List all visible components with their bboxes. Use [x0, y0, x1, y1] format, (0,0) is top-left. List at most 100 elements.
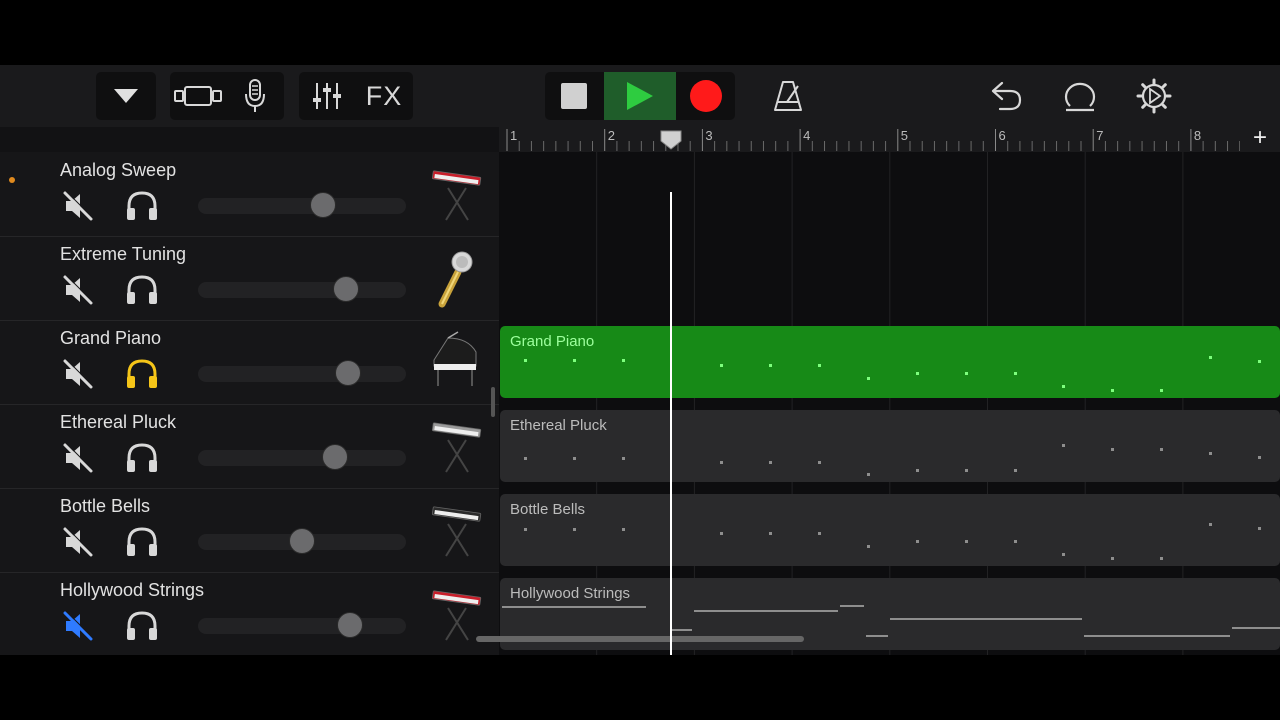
record-icon [690, 80, 722, 112]
tracks-area[interactable]: Grand Piano Ethereal Pluck Bottle Bells Hol… [499, 152, 1280, 655]
view-toggle-group [170, 72, 284, 120]
midi-note [524, 457, 527, 460]
region-name: Grand Piano [510, 333, 595, 350]
volume-slider[interactable] [198, 528, 406, 554]
track-header[interactable]: Extreme Tuning [0, 236, 499, 321]
horizontal-scrollbar[interactable] [476, 636, 804, 642]
add-section-button[interactable]: + [1240, 124, 1280, 152]
region[interactable]: Bottle Bells [500, 494, 1280, 566]
volume-knob[interactable] [289, 528, 315, 554]
midi-note [672, 629, 692, 631]
undo-icon [991, 81, 1022, 111]
track-header[interactable]: Ethereal Pluck [0, 404, 499, 489]
bar-number: 4 [803, 128, 811, 143]
volume-knob[interactable] [333, 276, 359, 302]
volume-slider[interactable] [198, 276, 406, 302]
track-header[interactable]: Bottle Bells [0, 488, 499, 573]
microphone-button[interactable] [226, 72, 284, 120]
region[interactable]: Ethereal Pluck [500, 410, 1280, 482]
speaker-muted-icon [62, 443, 94, 478]
region-name: Ethereal Pluck [510, 417, 607, 434]
toolbar: FX [0, 65, 1280, 127]
solo-button[interactable] [124, 274, 160, 306]
mute-button[interactable] [62, 274, 94, 306]
volume-knob[interactable] [337, 612, 363, 638]
midi-note [622, 359, 625, 362]
midi-note [890, 618, 1082, 620]
mute-button[interactable] [62, 190, 94, 222]
tracks-view-button[interactable] [170, 72, 226, 120]
midi-note [818, 532, 821, 535]
settings-icon [1136, 78, 1172, 114]
volume-slider[interactable] [198, 444, 406, 470]
instrument-button[interactable] [428, 162, 484, 226]
solo-button[interactable] [124, 610, 160, 642]
record-button[interactable] [677, 72, 735, 120]
bar-number: 3 [705, 128, 713, 143]
instrument-button[interactable] [428, 498, 484, 562]
mute-button[interactable] [62, 610, 94, 642]
loop-icon [1064, 82, 1096, 112]
volume-knob[interactable] [335, 360, 361, 386]
midi-note [1209, 356, 1212, 359]
bar-number: 5 [900, 128, 909, 143]
playhead[interactable] [670, 192, 672, 655]
grand-piano-icon [428, 331, 484, 398]
instrument-button[interactable] [428, 414, 484, 478]
region-selected[interactable]: Grand Piano [500, 326, 1280, 398]
midi-note [916, 372, 919, 375]
midi-note [1111, 389, 1114, 392]
instrument-button[interactable] [428, 246, 484, 310]
play-button[interactable] [604, 72, 676, 120]
track-header[interactable]: Analog Sweep [0, 152, 499, 237]
midi-note [1160, 389, 1163, 392]
timeline-ruler[interactable]: 1 2 3 4 5 6 7 8 + [499, 124, 1280, 153]
undo-button[interactable] [985, 72, 1027, 120]
keyboard-black-icon [428, 506, 484, 566]
mute-button[interactable] [62, 442, 94, 474]
volume-slider[interactable] [198, 360, 406, 386]
volume-slider[interactable] [198, 192, 406, 218]
speaker-muted-icon [62, 611, 94, 646]
track-name: Grand Piano [60, 328, 162, 348]
loop-button[interactable] [1059, 72, 1101, 120]
settings-button[interactable] [1133, 72, 1175, 120]
midi-note [1209, 452, 1212, 455]
fx-button[interactable]: FX [355, 72, 413, 120]
midi-note [1014, 372, 1017, 375]
instrument-button[interactable] [428, 330, 484, 394]
solo-button[interactable] [124, 190, 160, 222]
track-name: Bottle Bells [60, 496, 151, 516]
volume-slider[interactable] [198, 612, 406, 638]
volume-knob[interactable] [310, 192, 336, 218]
solo-button[interactable] [124, 526, 160, 558]
headphones-icon [124, 359, 160, 394]
midi-note [1258, 456, 1261, 459]
solo-button[interactable] [124, 358, 160, 390]
track-header[interactable]: Hollywood Strings [0, 572, 499, 655]
mute-button[interactable] [62, 358, 94, 390]
vertical-scrollbar[interactable] [491, 387, 495, 417]
stop-button[interactable] [545, 72, 603, 120]
midi-note [916, 469, 919, 472]
midi-note [867, 473, 870, 476]
browser-button[interactable] [96, 72, 156, 120]
midi-note [867, 377, 870, 380]
playhead-handle[interactable] [659, 129, 683, 151]
midi-note [1258, 527, 1261, 530]
mute-button[interactable] [62, 526, 94, 558]
midi-note [720, 461, 723, 464]
volume-knob[interactable] [322, 444, 348, 470]
metronome-icon [774, 81, 802, 111]
mixer-button[interactable] [299, 72, 355, 120]
metronome-button[interactable] [767, 72, 809, 120]
headphones-icon [124, 191, 160, 226]
region-name: Bottle Bells [510, 501, 586, 518]
track-name: Analog Sweep [60, 160, 177, 180]
track-header[interactable]: Grand Piano [0, 320, 499, 405]
garageband-app: FX 1 2 3 4 5 6 7 8 + Analog Sweep Extrem… [0, 65, 1280, 655]
solo-button[interactable] [124, 442, 160, 474]
midi-note [720, 532, 723, 535]
midi-note [769, 364, 772, 367]
speaker-muted-icon [62, 275, 94, 310]
